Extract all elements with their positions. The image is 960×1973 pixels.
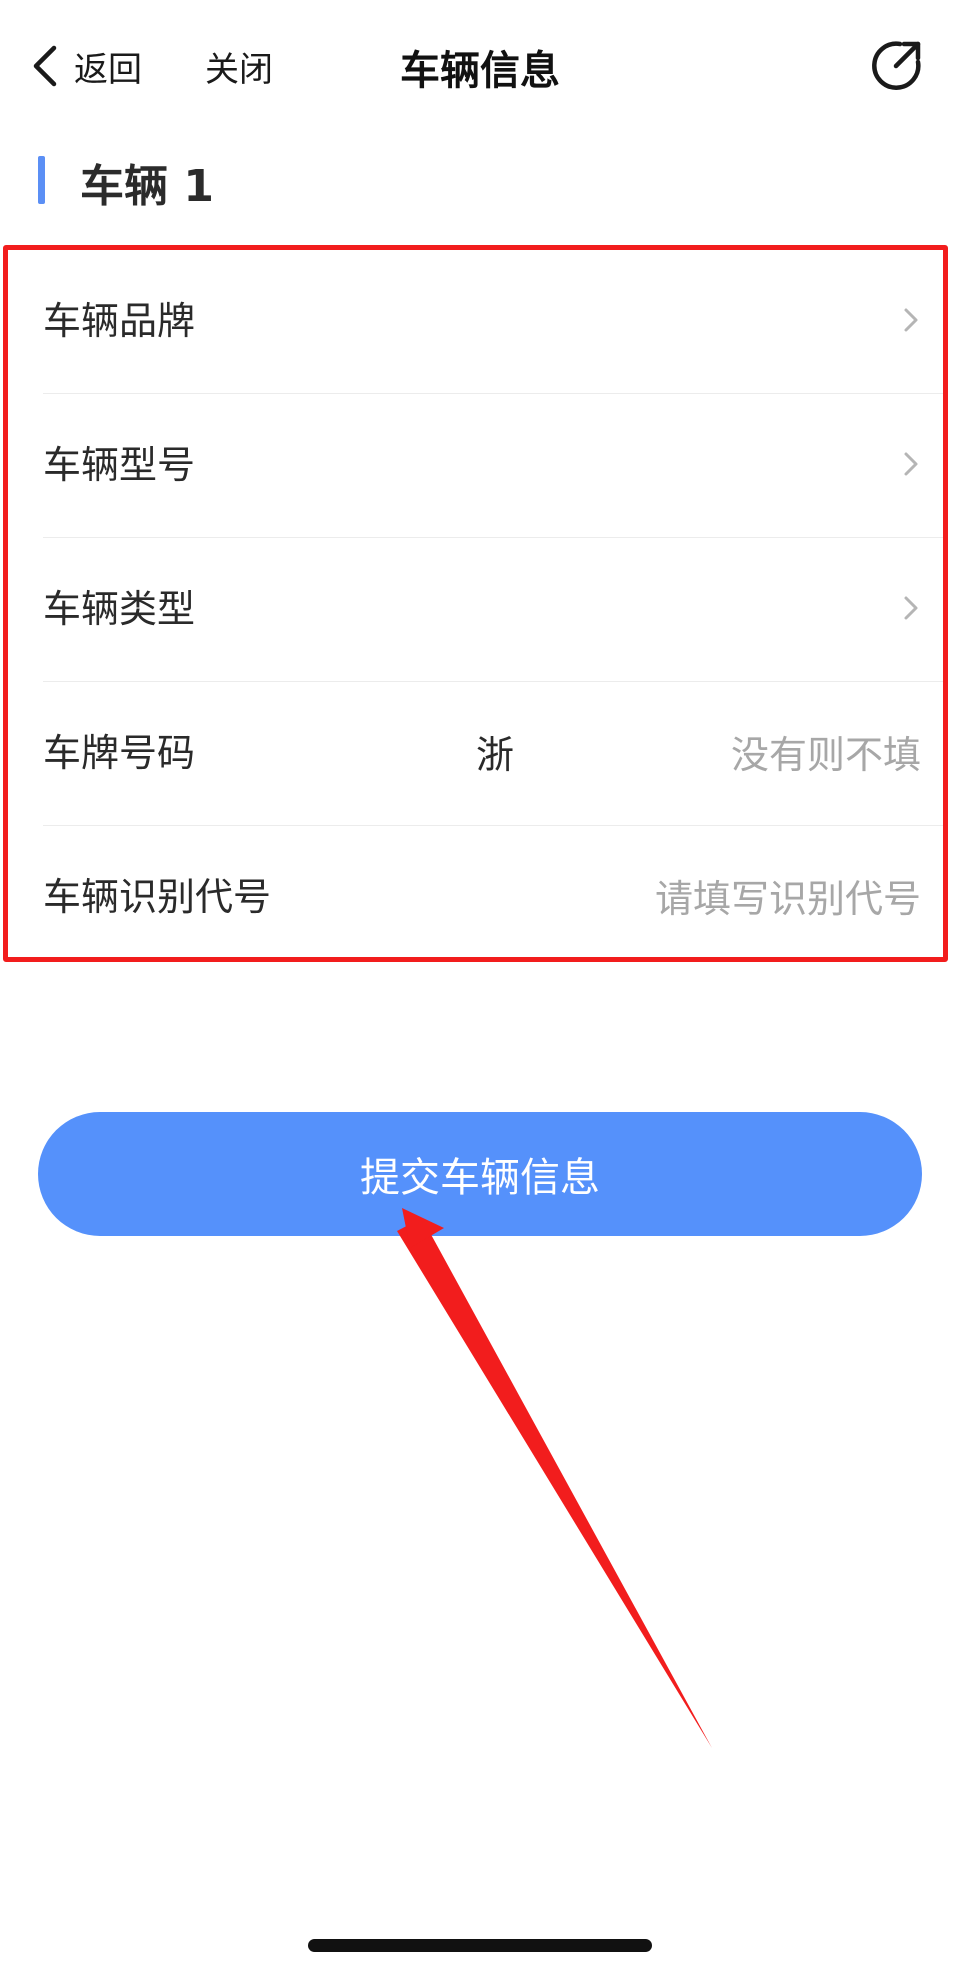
vehicle-info-page: 返回 关闭 车辆信息 车辆 1 车辆品牌 车辆型号 车辆类型 车牌号码 浙 没有… — [0, 0, 960, 1973]
nav-bar: 返回 关闭 车辆信息 — [0, 0, 960, 130]
model-label: 车辆型号 — [43, 443, 196, 487]
section-title: 车辆 1 — [80, 161, 214, 212]
vin-label: 车辆识别代号 — [43, 875, 272, 919]
section-accent-bar — [38, 156, 45, 204]
brand-label: 车辆品牌 — [43, 299, 196, 343]
plate-label: 车牌号码 — [43, 731, 196, 775]
plate-province-selector[interactable]: 浙 — [476, 724, 514, 779]
home-indicator — [308, 1939, 652, 1952]
model-row[interactable]: 车辆型号 — [8, 394, 943, 538]
page-title: 车辆信息 — [400, 48, 560, 94]
vin-input[interactable]: 请填写识别代号 — [655, 868, 921, 923]
chevron-right-icon — [904, 596, 918, 620]
vin-row: 车辆识别代号 请填写识别代号 — [8, 826, 943, 970]
type-row[interactable]: 车辆类型 — [8, 538, 943, 682]
submit-vehicle-button[interactable]: 提交车辆信息 — [38, 1112, 922, 1236]
chevron-right-icon — [904, 308, 918, 332]
plate-number-input[interactable]: 没有则不填 — [731, 724, 921, 779]
refresh-icon[interactable] — [866, 36, 926, 96]
type-label: 车辆类型 — [43, 587, 196, 631]
vehicle-form: 车辆品牌 车辆型号 车辆类型 车牌号码 浙 没有则不填 车辆识别代号 请填写识别… — [3, 245, 948, 962]
brand-row[interactable]: 车辆品牌 — [8, 250, 943, 394]
plate-row: 车牌号码 浙 没有则不填 — [8, 682, 943, 826]
chevron-right-icon — [904, 452, 918, 476]
